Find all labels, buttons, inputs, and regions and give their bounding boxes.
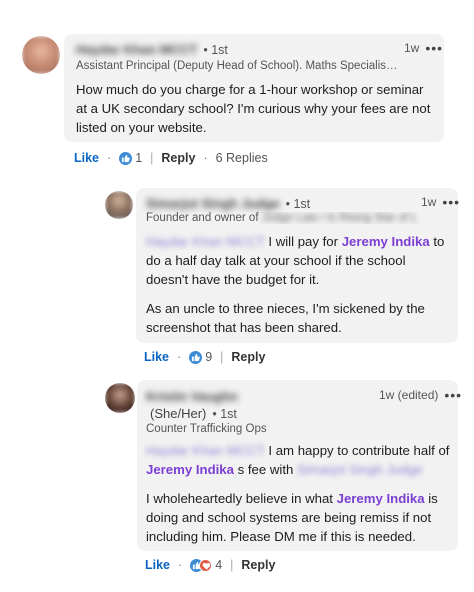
mention-link[interactable]: Haydar Khan MCCT [146, 232, 265, 251]
reply-actions: Like · 9 | Reply [144, 350, 265, 364]
separator-dot: · [203, 151, 208, 165]
reaction-count[interactable]: 4 [215, 558, 222, 572]
connection-degree: • 1st [285, 196, 311, 211]
reply-button[interactable]: Reply [231, 350, 265, 364]
mention-link[interactable]: Jeremy Indika [146, 462, 234, 477]
like-button[interactable]: Like [74, 151, 99, 165]
reply-button[interactable]: Reply [161, 151, 195, 165]
timestamp: 1w [404, 41, 420, 55]
reaction-count[interactable]: 9 [205, 350, 212, 364]
author-name[interactable]: Kristin Vaughn [146, 389, 238, 404]
mention-link[interactable]: Jeremy Indika [342, 234, 430, 249]
comment-actions: Like · 1 | Reply · 6 Replies [74, 151, 268, 165]
mention-link[interactable]: Jeremy Indika [337, 491, 425, 506]
separator-bar: | [150, 151, 154, 165]
like-reaction-icon [119, 151, 133, 165]
author-headline: Founder and owner of Judge Law / Is Risi… [146, 212, 418, 224]
like-reaction-icon [189, 350, 203, 364]
love-reaction-icon [199, 558, 213, 572]
reply-text: Haydar Khan MCCT I am happy to contribut… [146, 441, 450, 544]
comment-author-row: Haydar Khan MCCT • 1st [76, 42, 228, 57]
reply-text: Haydar Khan MCCT I will pay for Jeremy I… [146, 232, 445, 335]
connection-degree: • 1st [203, 42, 228, 57]
timestamp: 1w [421, 195, 437, 209]
replies-count-link[interactable]: 6 Replies [216, 151, 268, 165]
reply-time-row: 1w (edited) ••• [379, 388, 462, 402]
author-headline: Assistant Principal (Deputy Head of Scho… [76, 60, 398, 72]
more-options-icon[interactable]: ••• [442, 195, 460, 209]
avatar[interactable] [105, 383, 135, 413]
avatar[interactable] [105, 191, 133, 219]
comment-text: How much do you charge for a 1-hour work… [76, 82, 431, 135]
like-button[interactable]: Like [145, 558, 170, 572]
reply-author-row: Kristin Vaughn [146, 389, 238, 404]
author-name[interactable]: Haydar Khan MCCT [76, 42, 197, 57]
reply-actions: Like · 4 | Reply [145, 558, 275, 572]
reply-author-row: Simarjot Singh Judge • 1st [146, 196, 310, 211]
separator-bar: | [230, 558, 234, 572]
more-options-icon[interactable]: ••• [425, 41, 443, 55]
reaction-count[interactable]: 1 [135, 151, 142, 165]
timestamp: 1w (edited) [379, 388, 439, 402]
separator-dot: · [178, 558, 183, 572]
separator-bar: | [220, 350, 224, 364]
mention-link[interactable]: Haydar Khan MCCT [146, 441, 265, 460]
comment-time-row: 1w ••• [404, 41, 443, 55]
mention-link[interactable]: Simarjot Singh Judge [297, 460, 422, 479]
reply-button[interactable]: Reply [241, 558, 275, 572]
separator-dot: · [177, 350, 182, 364]
avatar[interactable] [22, 36, 60, 74]
author-headline: Counter Trafficking Ops [146, 423, 267, 435]
separator-dot: · [107, 151, 112, 165]
like-button[interactable]: Like [144, 350, 169, 364]
pronouns: (She/Her) [150, 406, 207, 421]
author-name[interactable]: Simarjot Singh Judge [146, 196, 280, 211]
connection-degree: • 1st [212, 406, 237, 421]
pronouns-row: (She/Her) • 1st [150, 406, 237, 421]
more-options-icon[interactable]: ••• [444, 388, 462, 402]
reply-time-row: 1w ••• [421, 195, 460, 209]
